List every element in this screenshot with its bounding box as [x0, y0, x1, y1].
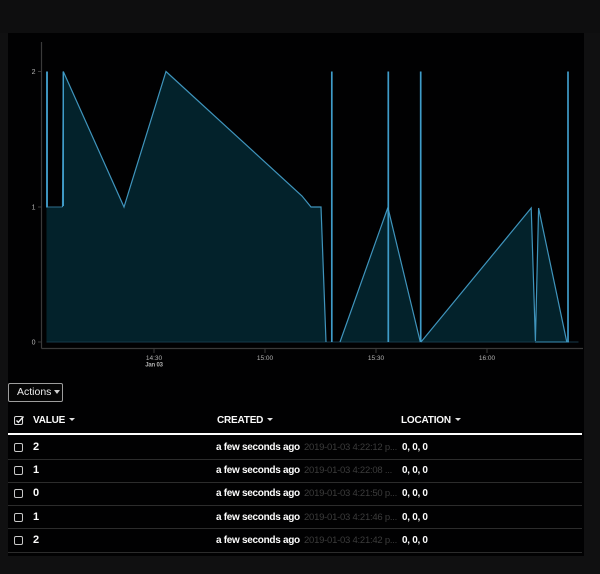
svg-text:2: 2	[32, 69, 36, 76]
svg-text:0: 0	[32, 340, 36, 347]
svg-text:15:00: 15:00	[257, 355, 274, 362]
svg-text:1: 1	[32, 205, 36, 212]
svg-text:Jan 03: Jan 03	[145, 363, 163, 369]
svg-text:14:30: 14:30	[146, 355, 163, 362]
svg-text:16:00: 16:00	[479, 355, 496, 362]
svg-text:15:30: 15:30	[368, 355, 385, 362]
